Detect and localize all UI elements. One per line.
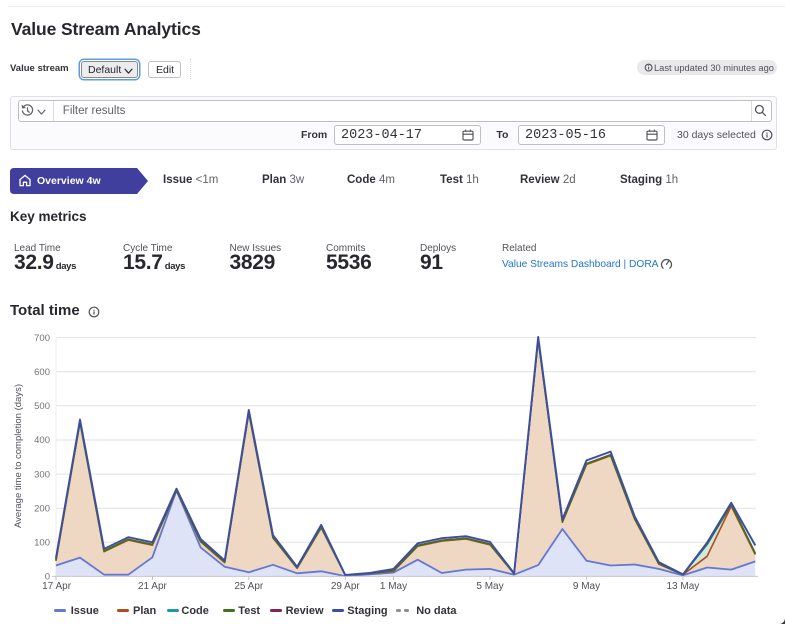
- svg-text:5 May: 5 May: [476, 581, 503, 592]
- svg-text:17 Apr: 17 Apr: [42, 581, 72, 592]
- svg-text:29 Apr: 29 Apr: [331, 581, 361, 592]
- svg-text:13 May: 13 May: [667, 581, 700, 592]
- svg-text:700: 700: [34, 333, 50, 344]
- svg-text:600: 600: [34, 367, 50, 378]
- svg-text:400: 400: [34, 435, 50, 446]
- svg-text:21 Apr: 21 Apr: [138, 581, 168, 592]
- svg-text:Average time to completion (da: Average time to completion (days): [13, 384, 24, 528]
- svg-text:1 May: 1 May: [380, 581, 407, 592]
- svg-text:300: 300: [34, 469, 50, 480]
- svg-text:9 May: 9 May: [573, 581, 600, 592]
- svg-text:25 Apr: 25 Apr: [234, 581, 264, 592]
- svg-text:100: 100: [34, 538, 50, 549]
- svg-text:500: 500: [34, 401, 50, 412]
- svg-text:200: 200: [34, 503, 50, 514]
